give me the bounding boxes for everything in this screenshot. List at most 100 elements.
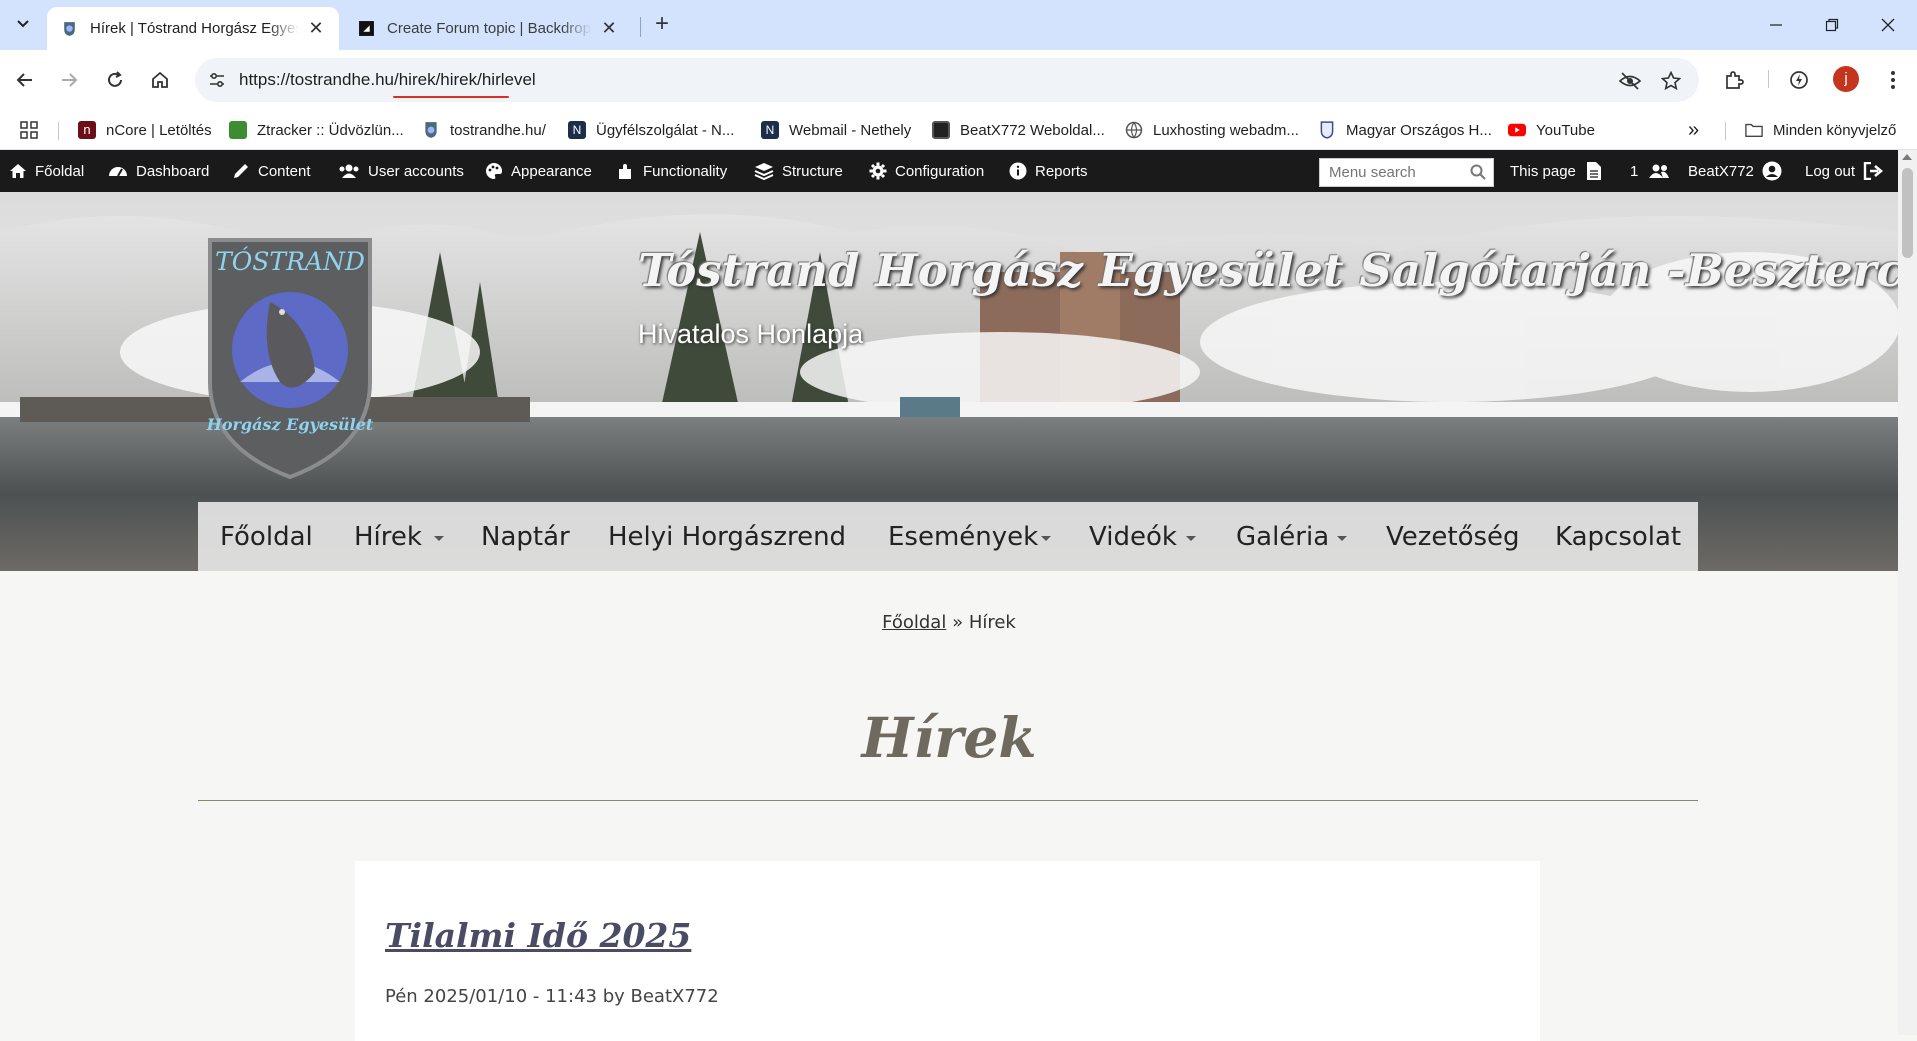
- browser-tabstrip: Hírek | Tóstrand Horgász Egyesület ✕ Cre…: [0, 0, 1917, 50]
- close-icon: [1881, 18, 1895, 32]
- username-label: BeatX772: [1688, 162, 1754, 180]
- users-icon: [339, 164, 359, 178]
- tab-create-forum-topic[interactable]: Create Forum topic | Backdrop CMS ✕: [344, 7, 632, 50]
- home-button[interactable]: [143, 63, 177, 97]
- address-bar[interactable]: https://tostrandhe.hu/hirek/hirek/hirlev…: [195, 58, 1699, 102]
- admin-structure-link[interactable]: Structure: [754, 150, 843, 192]
- nav-item-vezetoseg[interactable]: Vezetőség: [1386, 502, 1520, 571]
- this-page-label: This page: [1510, 162, 1576, 180]
- minimize-button[interactable]: [1761, 10, 1791, 40]
- scroll-up-arrow[interactable]: [1902, 154, 1912, 160]
- bookmark-mohosz[interactable]: Magyar Országos H...: [1318, 117, 1492, 143]
- site-info-button[interactable]: [205, 68, 229, 92]
- site-favicon-icon: [64, 22, 75, 36]
- nav-item-esemenyek[interactable]: Események: [888, 502, 1038, 571]
- apps-button[interactable]: [20, 117, 38, 143]
- admin-item-label: Structure: [782, 162, 843, 180]
- site-header: TÓSTRAND Horgász Egyesület Tóstrand Horg…: [0, 192, 1898, 571]
- logout-label: Log out: [1805, 162, 1856, 180]
- bookmark-beatx772[interactable]: BeatX772 Weboldal...: [932, 117, 1105, 143]
- breadcrumb: Főoldal » Hírek: [0, 612, 1898, 633]
- admin-user-accounts-link[interactable]: User accounts: [338, 150, 464, 192]
- admin-dashboard-link[interactable]: Dashboard: [108, 150, 209, 192]
- admin-reports-link[interactable]: Reports: [1009, 150, 1088, 192]
- bookmark-star-button[interactable]: [1658, 68, 1684, 94]
- news-title-link[interactable]: Tilalmi Idő 2025: [385, 916, 691, 955]
- bookmark-label: Webmail - Nethely: [789, 121, 912, 139]
- kebab-menu-icon: [1891, 71, 1895, 89]
- shield-icon: [1320, 121, 1334, 139]
- all-bookmarks-button[interactable]: Minden könyvjelző: [1745, 117, 1896, 143]
- tracking-protection-button[interactable]: [1617, 68, 1643, 94]
- admin-item-label: Content: [258, 162, 311, 180]
- nav-item-videok[interactable]: Videók: [1089, 502, 1177, 571]
- bookmark-ztracker[interactable]: Ztracker :: Üdvözlün...: [229, 117, 404, 143]
- admin-online-users[interactable]: 1: [1630, 150, 1678, 192]
- close-tab-icon[interactable]: ✕: [600, 18, 618, 38]
- plug-icon: [619, 164, 631, 179]
- nav-item-naptar[interactable]: Naptár: [481, 502, 570, 571]
- nav-item-galeria[interactable]: Galéria: [1236, 502, 1329, 571]
- browser-menu-button[interactable]: [1876, 63, 1910, 97]
- admin-functionality-link[interactable]: Functionality: [617, 150, 727, 192]
- nav-item-fooldal[interactable]: Főoldal: [220, 502, 313, 571]
- bookmark-label: YouTube: [1536, 121, 1595, 139]
- back-button[interactable]: [8, 63, 42, 97]
- breadcrumb-home-link[interactable]: Főoldal: [882, 612, 946, 633]
- browser-toolbar: https://tostrandhe.hu/hirek/hirek/hirlev…: [0, 50, 1917, 110]
- close-tab-icon[interactable]: ✕: [307, 18, 325, 38]
- nav-item-hirek[interactable]: Hírek: [354, 502, 422, 571]
- restore-button[interactable]: [1817, 10, 1847, 40]
- admin-content-link[interactable]: Content: [232, 150, 311, 192]
- menu-search-input[interactable]: [1319, 158, 1494, 187]
- bookmark-webmail[interactable]: N Webmail - Nethely: [761, 117, 911, 143]
- bookmark-label: nCore | Letöltés: [106, 121, 212, 139]
- extensions-button[interactable]: [1717, 63, 1751, 97]
- club-logo-badge: TÓSTRAND Horgász Egyesület: [206, 238, 374, 480]
- admin-appearance-link[interactable]: Appearance: [485, 150, 592, 192]
- tab-search-button[interactable]: [10, 10, 36, 36]
- bookmarks-overflow-button[interactable]: »: [1688, 117, 1699, 143]
- restore-icon: [1825, 18, 1839, 32]
- bookmark-ncore[interactable]: n nCore | Letöltés: [78, 117, 212, 143]
- caret-down-icon[interactable]: [1186, 536, 1196, 541]
- close-window-button[interactable]: [1873, 10, 1903, 40]
- bookmark-ugyfelszolgalat[interactable]: N Ügyfélszolgálat - N...: [568, 117, 734, 143]
- admin-this-page-link[interactable]: This page: [1510, 150, 1610, 192]
- dashboard-gauge-icon: [109, 167, 127, 177]
- admin-home-link[interactable]: Főoldal: [9, 150, 84, 192]
- admin-logout-link[interactable]: Log out: [1805, 150, 1891, 192]
- scrollbar-thumb[interactable]: [1902, 168, 1913, 258]
- page-title: Hírek: [861, 705, 1037, 770]
- admin-user-link[interactable]: BeatX772: [1688, 150, 1790, 192]
- bookmark-luxhosting[interactable]: Luxhosting webadm...: [1125, 117, 1299, 143]
- page-scrollbar[interactable]: [1898, 150, 1917, 1035]
- caret-down-icon[interactable]: [434, 536, 444, 541]
- toolbar-separator: [1768, 70, 1769, 88]
- breadcrumb-current: Hírek: [968, 612, 1016, 633]
- chevron-down-icon: [17, 20, 29, 28]
- bookmark-youtube[interactable]: YouTube: [1508, 117, 1595, 143]
- admin-configuration-link[interactable]: Configuration: [869, 150, 984, 192]
- caret-down-icon[interactable]: [1337, 536, 1347, 541]
- bookmark-tostrandhe[interactable]: tostrandhe.hu/: [422, 117, 546, 143]
- globe-icon: [1125, 121, 1143, 139]
- url-text[interactable]: https://tostrandhe.hu/hirek/hirek/hirlev…: [239, 70, 536, 90]
- nav-item-helyi-horgaszrend[interactable]: Helyi Horgászrend: [608, 502, 846, 571]
- profile-avatar[interactable]: j: [1833, 66, 1859, 92]
- site-name[interactable]: Tóstrand Horgász Egyesület Salgótarján -…: [638, 244, 1898, 297]
- nethely-icon: N: [761, 121, 779, 139]
- performance-button[interactable]: [1782, 63, 1816, 97]
- forward-button[interactable]: [52, 63, 86, 97]
- speedometer-icon: [1790, 71, 1808, 89]
- tab-hirek[interactable]: Hírek | Tóstrand Horgász Egyesület ✕: [47, 7, 339, 50]
- new-tab-button[interactable]: +: [650, 12, 674, 37]
- reload-button[interactable]: [98, 63, 132, 97]
- backdrop-favicon-icon: [359, 21, 374, 36]
- title-divider: [198, 800, 1698, 801]
- nav-item-kapcsolat[interactable]: Kapcsolat: [1555, 502, 1681, 571]
- tab-title: Hírek | Tóstrand Horgász Egyesület: [90, 20, 299, 37]
- star-icon: [1661, 71, 1681, 91]
- caret-down-icon[interactable]: [1041, 536, 1051, 541]
- youtube-icon: [1508, 123, 1526, 137]
